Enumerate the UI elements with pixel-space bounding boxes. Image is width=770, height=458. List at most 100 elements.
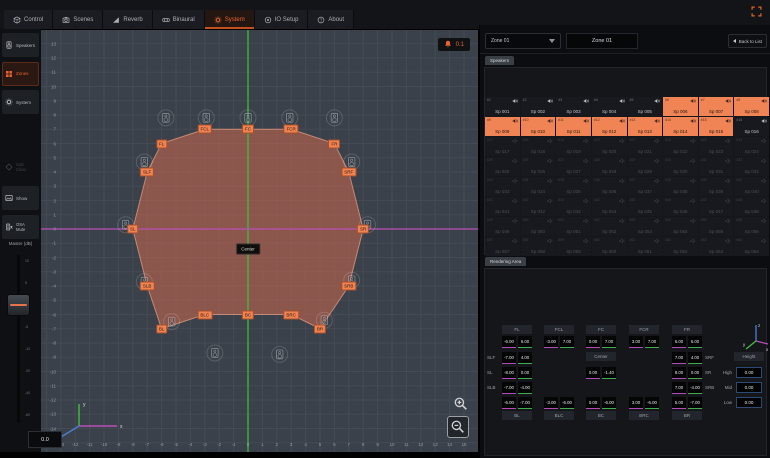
coord-y-field[interactable]: 7.00 xyxy=(645,336,659,348)
coord-x-field[interactable]: -8.00 xyxy=(502,367,516,379)
coord-y-field[interactable]: 4.00 xyxy=(518,352,532,364)
speaker-cell[interactable]: #60Sp 060 xyxy=(592,237,627,256)
speaker-cell[interactable]: #2Sp 002 xyxy=(521,97,556,116)
coord-x-field[interactable]: 0.00 xyxy=(586,336,600,348)
coord-y-field[interactable]: 6.00 xyxy=(518,336,532,348)
vertex-label-fc[interactable]: FC xyxy=(242,125,254,134)
height-low-field[interactable]: 0.00 xyxy=(736,397,762,408)
zoom-out-icon[interactable] xyxy=(447,416,469,438)
vertex-label-bc[interactable]: BC xyxy=(242,310,254,319)
coord-y-field[interactable]: 7.00 xyxy=(602,336,616,348)
speaker-cell[interactable]: #46Sp 046 xyxy=(663,197,698,216)
speaker-cell[interactable]: #62Sp 062 xyxy=(663,237,698,256)
coord-x-field[interactable]: 7.00 xyxy=(672,352,686,364)
speaker-cell[interactable]: #37Sp 037 xyxy=(628,177,663,196)
sidebar-item-zones[interactable]: Zones xyxy=(2,62,39,86)
vertex-label-fr[interactable]: FR xyxy=(328,139,340,148)
speaker-cell[interactable]: #21Sp 021 xyxy=(628,137,663,156)
speaker-cell[interactable]: #57Sp 057 xyxy=(485,237,520,256)
vertex-label-sl[interactable]: SL xyxy=(127,225,139,234)
zone-select[interactable]: Zone 01 xyxy=(485,33,561,49)
vertex-label-slb[interactable]: SLB xyxy=(140,282,155,291)
coord-x-field[interactable]: 3.00 xyxy=(629,397,643,409)
speaker-cell[interactable]: #19Sp 019 xyxy=(556,137,591,156)
tab-rendering-area-section[interactable]: Rendering Area xyxy=(485,257,526,266)
tab-reverb[interactable]: Reverb xyxy=(103,10,152,29)
coord-y-field[interactable]: -1.40 xyxy=(602,367,616,379)
speaker-cell[interactable]: #44Sp 044 xyxy=(592,197,627,216)
speaker-cell[interactable]: #29Sp 029 xyxy=(628,157,663,176)
speaker-cell[interactable]: #30Sp 030 xyxy=(663,157,698,176)
height-high-field[interactable]: 0.00 xyxy=(736,367,762,378)
speaker-cell[interactable]: #22Sp 022 xyxy=(663,137,698,156)
speaker-ghost-icon[interactable] xyxy=(282,110,298,126)
osa-mute-button[interactable]: OSAMute xyxy=(2,215,39,239)
speaker-cell[interactable]: #31Sp 031 xyxy=(699,157,734,176)
coord-y-field[interactable]: 0.00 xyxy=(518,367,532,379)
speaker-cell[interactable]: #9Sp 009 xyxy=(485,117,520,136)
speaker-cell[interactable]: #4Sp 004 xyxy=(592,97,627,116)
speaker-cell[interactable]: #8Sp 008 xyxy=(734,97,769,116)
coord-x-field[interactable]: 0.00 xyxy=(586,367,600,379)
speaker-cell[interactable]: #34Sp 034 xyxy=(521,177,556,196)
coord-x-field[interactable]: 8.00 xyxy=(672,367,686,379)
speaker-cell[interactable]: #38Sp 038 xyxy=(663,177,698,196)
speaker-cell[interactable]: #63Sp 063 xyxy=(699,237,734,256)
speaker-cell[interactable]: #36Sp 036 xyxy=(592,177,627,196)
speaker-cell[interactable]: #39Sp 039 xyxy=(699,177,734,196)
speaker-cell[interactable]: #43Sp 043 xyxy=(556,197,591,216)
speaker-ghost-icon[interactable] xyxy=(158,110,174,126)
tab-binaural[interactable]: Binaural xyxy=(153,10,205,29)
speaker-cell[interactable]: #15Sp 015 xyxy=(699,117,734,136)
tab-system[interactable]: System xyxy=(205,10,255,29)
coord-y-field[interactable]: 6.00 xyxy=(688,336,702,348)
speaker-cell[interactable]: #10Sp 010 xyxy=(521,117,556,136)
vertex-label-br[interactable]: BR xyxy=(314,324,326,333)
vertex-label-sr[interactable]: SR xyxy=(357,225,369,234)
speaker-cell[interactable]: #20Sp 020 xyxy=(592,137,627,156)
sidebar-item-system[interactable]: System xyxy=(2,90,39,114)
speaker-ghost-icon[interactable] xyxy=(198,110,214,126)
show-button[interactable]: Show xyxy=(2,186,39,210)
speaker-cell[interactable]: #54Sp 054 xyxy=(663,217,698,236)
speaker-cell[interactable]: #45Sp 045 xyxy=(628,197,663,216)
coord-x-field[interactable]: 3.00 xyxy=(629,336,643,348)
vertex-label-srb[interactable]: SRB xyxy=(341,282,356,291)
vertex-label-brc[interactable]: BRC xyxy=(283,310,299,319)
speaker-cell[interactable]: #16Sp 016 xyxy=(734,117,769,136)
coord-y-field[interactable]: -4.00 xyxy=(518,382,532,394)
speaker-cell[interactable]: #18Sp 018 xyxy=(521,137,556,156)
coord-y-field[interactable]: -6.00 xyxy=(560,397,574,409)
coord-x-field[interactable]: 7.00 xyxy=(672,382,686,394)
coord-y-field[interactable]: -6.00 xyxy=(602,397,616,409)
speaker-cell[interactable]: #33Sp 033 xyxy=(485,177,520,196)
coord-y-field[interactable]: 7.00 xyxy=(560,336,574,348)
speaker-cell[interactable]: #7Sp 007 xyxy=(699,97,734,116)
speaker-cell[interactable]: #41Sp 041 xyxy=(485,197,520,216)
height-mid-field[interactable]: 0.00 xyxy=(736,382,762,393)
speaker-cell[interactable]: #50Sp 050 xyxy=(521,217,556,236)
speaker-cell[interactable]: #40Sp 040 xyxy=(734,177,769,196)
tab-speakers-section[interactable]: Speakers xyxy=(485,56,514,65)
speaker-cell[interactable]: #58Sp 058 xyxy=(521,237,556,256)
master-fader-track[interactable] xyxy=(17,255,20,423)
master-fader-handle[interactable] xyxy=(7,294,30,316)
speaker-cell[interactable]: #64Sp 064 xyxy=(734,237,769,256)
speaker-cell[interactable]: #59Sp 059 xyxy=(556,237,591,256)
vertex-label-srf[interactable]: SRF xyxy=(341,168,356,177)
speaker-cell[interactable]: #23Sp 023 xyxy=(699,137,734,156)
coord-y-field[interactable]: 0.00 xyxy=(688,367,702,379)
coord-x-field[interactable]: 6.00 xyxy=(672,336,686,348)
speaker-cell[interactable]: #25Sp 025 xyxy=(485,157,520,176)
tab-about[interactable]: ?About xyxy=(308,10,354,29)
speaker-cell[interactable]: #47Sp 047 xyxy=(699,197,734,216)
speaker-cell[interactable]: #53Sp 053 xyxy=(628,217,663,236)
solo-clear-button[interactable]: SoloClear xyxy=(2,155,39,179)
speaker-cell[interactable]: #32Sp 032 xyxy=(734,157,769,176)
vertex-label-bl[interactable]: BL xyxy=(156,324,168,333)
speaker-ghost-icon[interactable] xyxy=(207,345,223,361)
coord-y-field[interactable]: 4.00 xyxy=(688,352,702,364)
speaker-cell[interactable]: #35Sp 035 xyxy=(556,177,591,196)
coord-x-field[interactable]: -3.00 xyxy=(544,397,558,409)
coord-x-field[interactable]: -6.00 xyxy=(502,397,516,409)
